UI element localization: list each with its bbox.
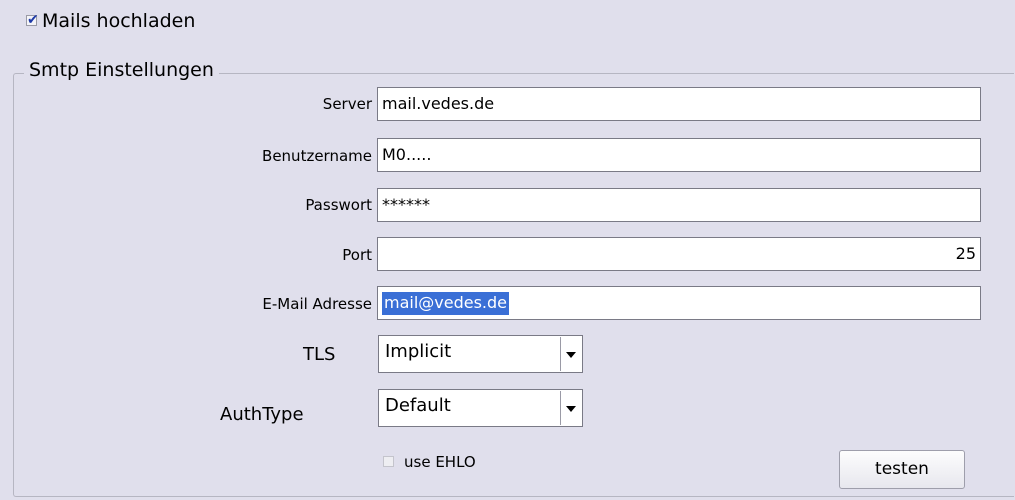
server-input[interactable]: mail.vedes.de (377, 87, 981, 121)
email-input-selected-text: mail@vedes.de (382, 292, 510, 315)
tls-select[interactable]: Implicit (378, 335, 583, 373)
password-input[interactable]: ****** (377, 188, 981, 222)
password-label: Passwort (305, 196, 372, 214)
authtype-label: AuthType (220, 404, 304, 425)
test-button[interactable]: testen (839, 450, 965, 489)
authtype-select[interactable]: Default (378, 389, 583, 427)
username-input[interactable]: M0..... (377, 138, 981, 172)
use-ehlo-label: use EHLO (404, 453, 476, 471)
chevron-down-icon (566, 406, 576, 412)
server-label: Server (322, 95, 372, 113)
tls-label: TLS (303, 344, 336, 365)
authtype-selected-value: Default (385, 395, 451, 416)
email-input[interactable]: mail@vedes.de (377, 286, 981, 320)
username-label: Benutzername (262, 147, 372, 165)
smtp-settings-title: Smtp Einstellungen (24, 59, 219, 81)
upload-mails-label: Mails hochladen (42, 10, 196, 32)
email-label: E-Mail Adresse (262, 295, 372, 313)
smtp-settings-group (13, 73, 1014, 497)
port-input[interactable]: 25 (377, 237, 981, 271)
upload-mails-checkbox[interactable]: ✔ (26, 12, 39, 28)
use-ehlo-checkbox[interactable] (383, 456, 394, 467)
port-label: Port (342, 246, 372, 264)
tls-selected-value: Implicit (385, 341, 452, 362)
check-icon: ✔ (27, 12, 39, 28)
authtype-dropdown-button[interactable] (560, 391, 581, 425)
tls-dropdown-button[interactable] (560, 337, 581, 371)
chevron-down-icon (566, 352, 576, 358)
